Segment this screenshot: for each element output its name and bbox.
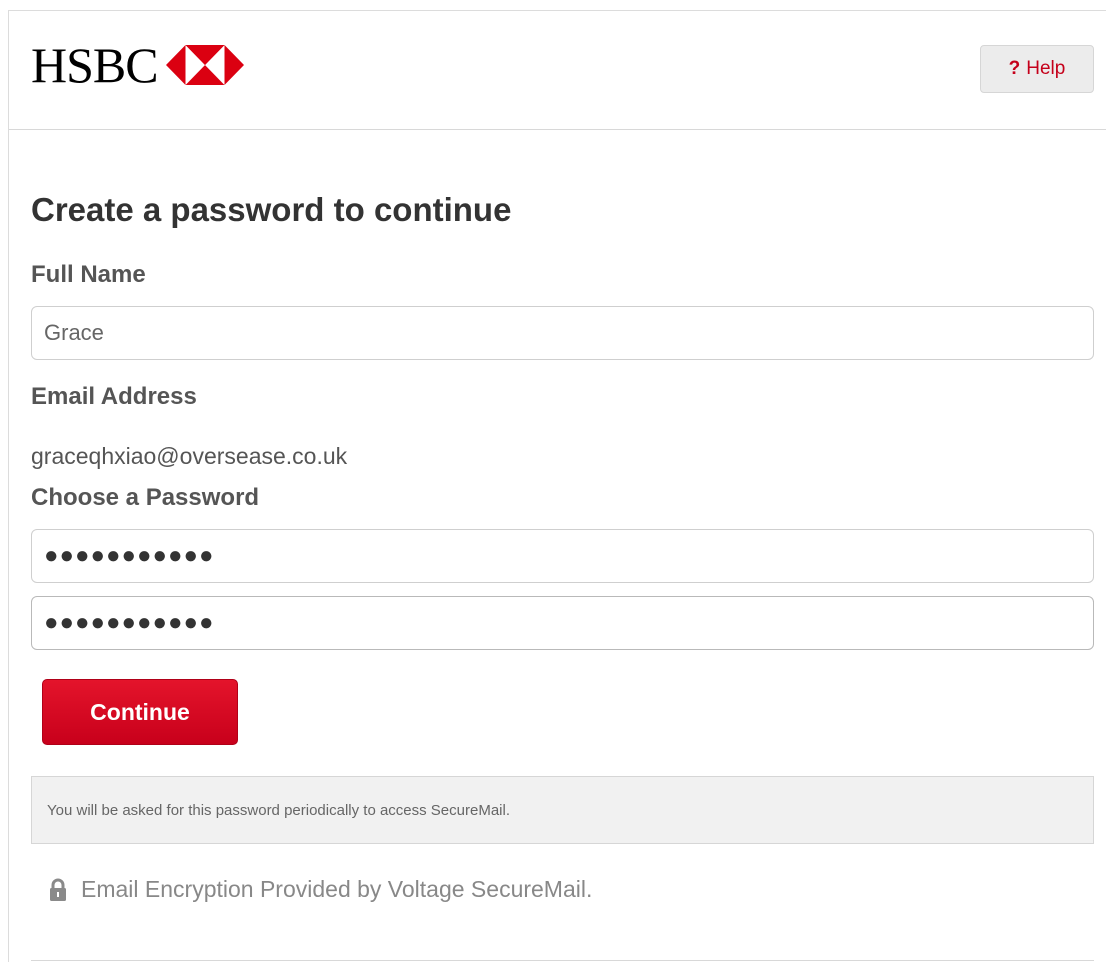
password-label: Choose a Password (31, 484, 260, 511)
info-message: You will be asked for this password peri… (47, 801, 511, 819)
hsbc-logo: HSBC (31, 39, 244, 91)
bottom-divider (31, 960, 1094, 961)
page-frame: HSBC ? Help Create a password to continu… (8, 10, 1106, 962)
info-box: You will be asked for this password peri… (31, 776, 1094, 844)
help-question-icon: ? (1008, 58, 1021, 79)
full-name-label: Full Name (31, 261, 146, 288)
brand-wordmark: HSBC (31, 37, 159, 93)
email-label: Email Address (31, 383, 197, 410)
help-button[interactable]: ? Help (980, 45, 1094, 93)
page-title: Create a password to continue (31, 191, 512, 228)
email-value: graceqhxiao@oversease.co.uk (31, 443, 348, 469)
encryption-note: Email Encryption Provided by Voltage Sec… (49, 876, 592, 903)
hsbc-hexagon-icon (165, 45, 244, 85)
continue-button[interactable]: Continue (42, 679, 238, 745)
confirm-password-input[interactable] (31, 596, 1094, 650)
password-input[interactable] (31, 529, 1094, 583)
header: HSBC ? Help (9, 11, 1106, 130)
lock-icon (50, 878, 66, 901)
encryption-note-text: Email Encryption Provided by Voltage Sec… (81, 876, 593, 902)
full-name-input[interactable] (31, 306, 1094, 360)
help-label: Help (1026, 58, 1066, 79)
